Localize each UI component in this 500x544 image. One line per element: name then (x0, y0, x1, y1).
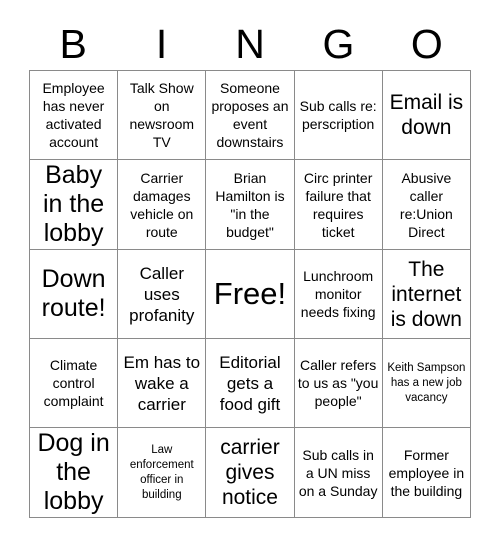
bingo-cell-text: Down route! (41, 265, 106, 322)
bingo-cell[interactable]: Abusive caller re:Union Direct (381, 159, 472, 250)
bingo-cell-text: Em has to wake a carrier (123, 352, 201, 414)
bingo-row: Employee has never activated account Tal… (28, 70, 472, 160)
bingo-cell-text: Lunchroom monitor needs fixing (300, 268, 376, 320)
bingo-cell[interactable]: Talk Show on newsroom TV (117, 70, 207, 160)
bingo-cell-text: Sub calls in a UN miss on a Sunday (298, 446, 378, 499)
bingo-cell-text: carrier gives notice (220, 436, 280, 509)
bingo-cell-text: The internet is down (390, 257, 462, 331)
bingo-cell[interactable]: Caller refers to us as "you people" (293, 338, 383, 428)
bingo-grid: Employee has never activated account Tal… (28, 70, 472, 518)
bingo-cell-text: Climate control complaint (43, 357, 104, 409)
bingo-cell[interactable]: Editorial gets a food gift (205, 338, 295, 428)
bingo-header-row: B I N G O (29, 0, 471, 66)
bingo-cell[interactable]: Caller uses profanity (117, 249, 207, 339)
bingo-cell-text: Talk Show on newsroom TV (129, 80, 195, 150)
bingo-cell-text: Baby in the lobby (43, 161, 105, 247)
bingo-row: Dog in the lobby Law enforcement officer… (28, 427, 472, 518)
bingo-header-letter-b: B (59, 21, 87, 67)
bingo-cell-text: Email is down (389, 91, 464, 139)
bingo-cell-text: Editorial gets a food gift (219, 352, 281, 414)
bingo-cell-text: Law enforcement officer in building (129, 443, 194, 501)
bingo-cell-text: Carrier damages vehicle on route (130, 169, 194, 240)
bingo-row: Down route! Caller uses profanity Free! … (28, 249, 472, 339)
bingo-cell-text: Caller refers to us as "you people" (297, 357, 379, 409)
bingo-cell[interactable]: Dog in the lobby (28, 427, 119, 518)
bingo-row: Baby in the lobby Carrier damages vehicl… (28, 159, 472, 250)
bingo-cell[interactable]: The internet is down (381, 249, 472, 339)
bingo-cell-text: Employee has never activated account (42, 80, 105, 150)
bingo-cell-text: Abusive caller re:Union Direct (399, 169, 453, 240)
bingo-cell[interactable]: Lunchroom monitor needs fixing (293, 249, 383, 339)
bingo-cell-text: Keith Sampson has a new job vacancy (387, 361, 466, 404)
bingo-cell[interactable]: Law enforcement officer in building (117, 427, 207, 518)
bingo-cell[interactable]: carrier gives notice (205, 427, 295, 518)
bingo-cell[interactable]: Down route! (28, 249, 119, 339)
bingo-cell[interactable]: Sub calls re: perscription (293, 70, 383, 160)
bingo-header-letter-g: G (322, 21, 355, 67)
bingo-header-letter-n: N (235, 21, 265, 67)
bingo-cell-text: Former employee in the building (388, 446, 465, 499)
bingo-cell-text: Caller uses profanity (129, 263, 195, 325)
bingo-cell-text: Brian Hamilton is "in the budget" (215, 169, 285, 240)
bingo-cell[interactable]: Email is down (381, 70, 472, 160)
bingo-row: Climate control complaint Em has to wake… (28, 338, 472, 428)
bingo-cell[interactable]: Brian Hamilton is "in the budget" (205, 159, 295, 250)
bingo-cell[interactable]: Carrier damages vehicle on route (117, 159, 207, 250)
bingo-cell[interactable]: Baby in the lobby (28, 159, 119, 250)
bingo-header-letter-o: O (410, 21, 443, 67)
bingo-cell[interactable]: Employee has never activated account (28, 70, 119, 160)
bingo-cell[interactable]: Former employee in the building (381, 427, 472, 518)
bingo-cell[interactable]: Circ printer failure that requires ticke… (293, 159, 383, 250)
bingo-cell-free[interactable]: Free! (205, 249, 295, 339)
bingo-cell[interactable]: Sub calls in a UN miss on a Sunday (293, 427, 383, 518)
bingo-cell[interactable]: Keith Sampson has a new job vacancy (381, 338, 472, 428)
bingo-free-space-text: Free! (213, 276, 287, 311)
bingo-header-letter-i: I (155, 21, 168, 67)
bingo-cell-text: Dog in the lobby (37, 429, 110, 515)
bingo-cell[interactable]: Climate control complaint (28, 338, 119, 428)
bingo-cell[interactable]: Em has to wake a carrier (117, 338, 207, 428)
bingo-cell-text: Sub calls re: perscription (299, 98, 377, 132)
bingo-cell[interactable]: Someone proposes an event downstairs (205, 70, 295, 160)
bingo-card: B I N G O Employee has never activated a… (0, 0, 500, 544)
bingo-cell-text: Circ printer failure that requires ticke… (303, 169, 373, 240)
bingo-cell-text: Someone proposes an event downstairs (211, 80, 289, 150)
